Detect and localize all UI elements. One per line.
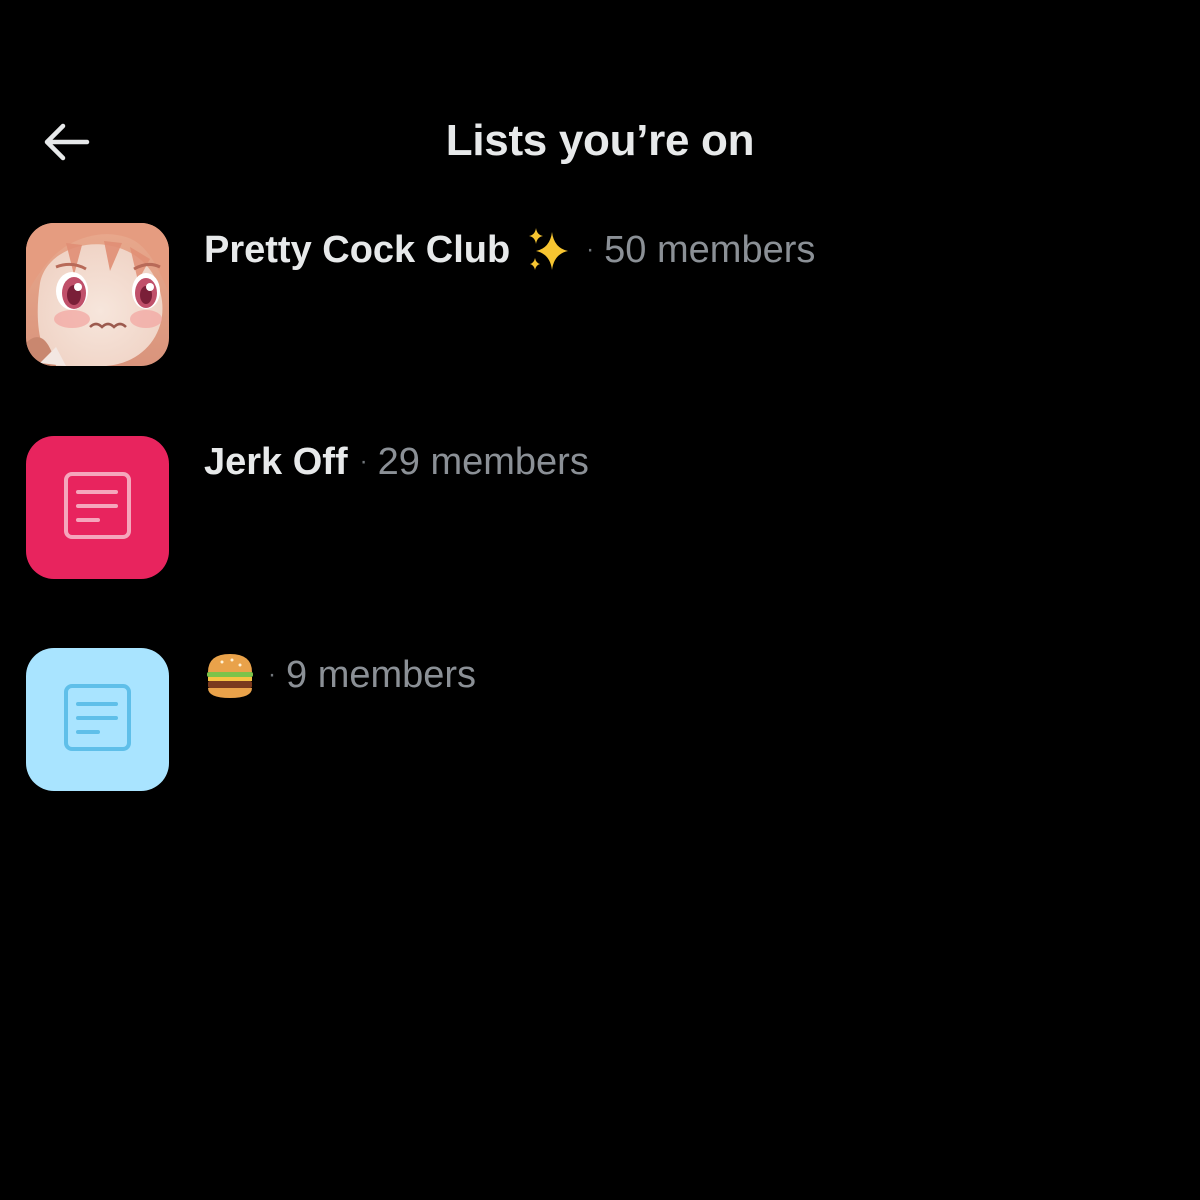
separator-dot: · [268,660,276,688]
sparkles-icon [524,225,574,276]
list-icon [64,472,131,539]
list-item-jerk-off[interactable]: Jerk Off · 29 members [0,436,1200,616]
member-count: 50 members [604,229,816,272]
list-icon [64,684,131,751]
list-title-line: Pretty Cock Club · 50 members [204,225,815,276]
list-name: Pretty Cock Club [204,229,511,272]
anime-girl-image [26,223,169,366]
separator-dot: · [586,236,595,264]
separator-dot: · [359,448,368,475]
list-title-line: Jerk Off · 29 members [204,438,589,486]
list-avatar [26,648,169,791]
list-name: Jerk Off [204,441,348,483]
page-title: Lists you’re on [445,116,755,165]
list-title-line: · 9 members [204,650,476,700]
member-count: 29 members [377,441,589,483]
list-item-pretty-cock-club[interactable]: Pretty Cock Club · 50 members [0,223,1200,403]
hamburger-icon [204,650,256,700]
list-avatar-image [26,223,169,366]
member-count: 9 members [286,653,477,696]
list-avatar [26,436,169,579]
list-item-hamburger[interactable]: · 9 members [0,648,1200,828]
top-bar: Lists you’re on [0,100,1200,190]
